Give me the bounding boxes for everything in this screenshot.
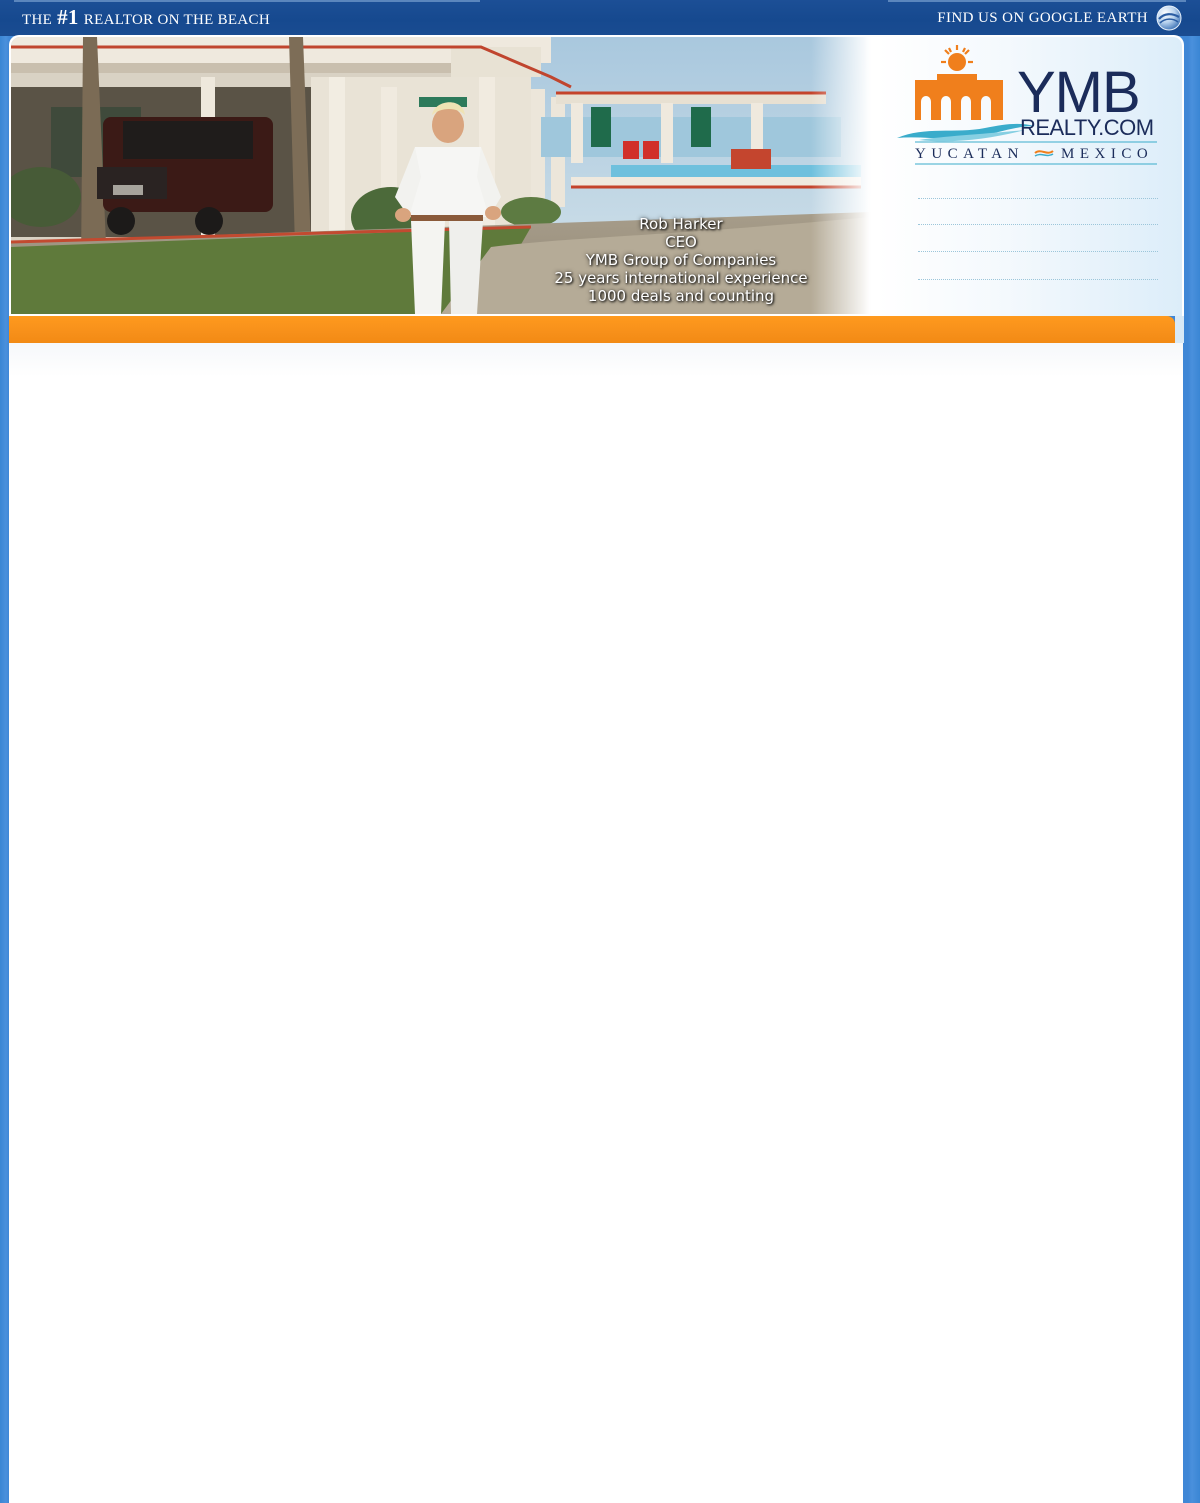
caption-company: YMB Group of Companies <box>585 251 777 269</box>
top-bar-right-tab <box>888 0 1186 2</box>
google-earth-label[interactable]: FIND US ON GOOGLE EARTH <box>937 10 1148 27</box>
caption-experience: 25 years international experience <box>554 269 808 287</box>
orange-nav-bar <box>9 316 1175 343</box>
logo-panel-rule-3 <box>918 251 1158 252</box>
orange-nav-bar-edge <box>1175 316 1184 343</box>
tagline-number: #1 <box>57 5 79 29</box>
logo-panel-rule-4 <box>918 279 1158 280</box>
logo-region-left: YUCATAN <box>915 146 1024 162</box>
arches-icon <box>915 74 1003 120</box>
tagline-suffix: REALTOR ON THE BEACH <box>83 12 270 28</box>
google-earth-link[interactable]: FIND US ON GOOGLE EARTH <box>937 5 1182 31</box>
caption-deals: 1000 deals and counting <box>587 287 775 305</box>
content-top-shade <box>9 343 1183 377</box>
caption-title: CEO <box>665 233 697 251</box>
tagline-prefix: THE <box>22 12 53 28</box>
ymb-realty-logo[interactable]: YMB REALTY.COM YUCATAN MEXICO <box>885 40 1165 170</box>
caption-name: Rob Harker <box>639 215 723 233</box>
logo-domain: REALTY.COM <box>1020 115 1154 140</box>
google-earth-icon[interactable] <box>1156 5 1182 31</box>
logo-panel-rule-2 <box>918 224 1158 225</box>
logo-divider-wave-icon <box>1034 150 1054 154</box>
logo-panel-rule-1 <box>918 198 1158 199</box>
top-bar: THE #1 REALTOR ON THE BEACH FIND US ON G… <box>0 0 1200 36</box>
logo-region-right: MEXICO <box>1061 146 1153 162</box>
tagline: THE #1 REALTOR ON THE BEACH <box>22 2 270 35</box>
main-content <box>9 343 1183 1503</box>
hero-photo: Rob Harker CEO YMB Group of Companies 25… <box>11 37 871 314</box>
ceo-caption: Rob Harker CEO YMB Group of Companies 25… <box>531 215 831 305</box>
sun-icon <box>941 45 973 71</box>
